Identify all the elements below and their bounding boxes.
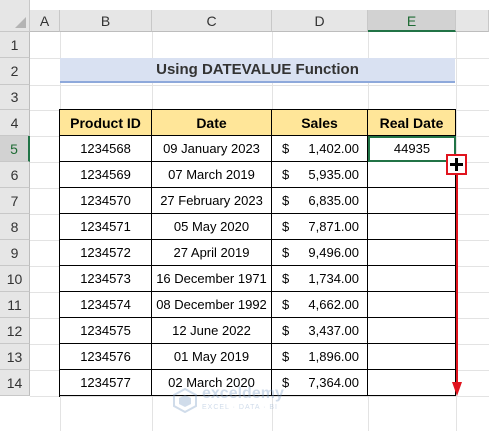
sales-amount: 9,496.00 bbox=[308, 245, 359, 260]
currency-symbol: $ bbox=[282, 271, 290, 286]
cell-sales[interactable]: $1,402.00 bbox=[272, 136, 368, 162]
currency-symbol: $ bbox=[282, 349, 290, 364]
header-product-id[interactable]: Product ID bbox=[60, 110, 152, 136]
cell-date[interactable]: 16 December 1971 bbox=[152, 266, 272, 292]
sheet-title[interactable]: Using DATEVALUE Function bbox=[60, 58, 455, 83]
cell-real-date[interactable] bbox=[368, 162, 456, 188]
cell-sales[interactable]: $7,871.00 bbox=[272, 214, 368, 240]
cell-product-id[interactable]: 1234569 bbox=[60, 162, 152, 188]
crosshair-cursor-icon bbox=[450, 158, 463, 171]
row-header-7[interactable]: 7 bbox=[0, 188, 30, 214]
cell-real-date[interactable] bbox=[368, 214, 456, 240]
cell-product-id[interactable]: 1234568 bbox=[60, 136, 152, 162]
cell-product-id[interactable]: 1234573 bbox=[60, 266, 152, 292]
sales-amount: 1,402.00 bbox=[308, 141, 359, 156]
row-header-2[interactable]: 2 bbox=[0, 58, 30, 85]
row-header-11[interactable]: 11 bbox=[0, 292, 30, 318]
cell-sales[interactable]: $1,734.00 bbox=[272, 266, 368, 292]
cell-real-date[interactable] bbox=[368, 292, 456, 318]
spreadsheet: ABCDE 1 2 3 4 5 6 7 8 9 10 11 12 13 14 Using DATEVALU… bbox=[0, 0, 489, 431]
sales-amount: 7,871.00 bbox=[308, 219, 359, 234]
cell-sales[interactable]: $3,437.00 bbox=[272, 318, 368, 344]
row-header-12[interactable]: 12 bbox=[0, 318, 30, 344]
cell-product-id[interactable]: 1234575 bbox=[60, 318, 152, 344]
sales-amount: 5,935.00 bbox=[308, 167, 359, 182]
currency-symbol: $ bbox=[282, 141, 290, 156]
currency-symbol: $ bbox=[282, 297, 290, 312]
currency-symbol: $ bbox=[282, 219, 290, 234]
cell-date[interactable]: 12 June 2022 bbox=[152, 318, 272, 344]
cell-real-date[interactable] bbox=[368, 370, 456, 396]
fill-handle[interactable] bbox=[446, 154, 467, 175]
cell-sales[interactable]: $1,896.00 bbox=[272, 344, 368, 370]
cell-sales[interactable]: $4,662.00 bbox=[272, 292, 368, 318]
cell-real-date[interactable] bbox=[368, 344, 456, 370]
cell-product-id[interactable]: 1234570 bbox=[60, 188, 152, 214]
header-date[interactable]: Date bbox=[152, 110, 272, 136]
row-header-10[interactable]: 10 bbox=[0, 266, 30, 292]
sales-amount: 1,896.00 bbox=[308, 349, 359, 364]
sales-amount: 3,437.00 bbox=[308, 323, 359, 338]
cell-sales[interactable]: $5,935.00 bbox=[272, 162, 368, 188]
row-header-6[interactable]: 6 bbox=[0, 162, 30, 188]
currency-symbol: $ bbox=[282, 193, 290, 208]
cell-real-date[interactable] bbox=[368, 188, 456, 214]
cell-real-date[interactable] bbox=[368, 240, 456, 266]
header-real-date[interactable]: Real Date bbox=[368, 110, 456, 136]
column-header-c[interactable]: C bbox=[152, 10, 272, 32]
watermark-name: exceldemy bbox=[202, 385, 284, 402]
exceldemy-logo-icon bbox=[173, 387, 197, 413]
cell-product-id[interactable]: 1234571 bbox=[60, 214, 152, 240]
header-sales[interactable]: Sales bbox=[272, 110, 368, 136]
cell-sales[interactable]: $6,835.00 bbox=[272, 188, 368, 214]
row-header-9[interactable]: 9 bbox=[0, 240, 30, 266]
row-header-13[interactable]: 13 bbox=[0, 344, 30, 370]
cell-date[interactable]: 27 February 2023 bbox=[152, 188, 272, 214]
column-header-stub bbox=[456, 10, 489, 32]
cell-product-id[interactable]: 1234572 bbox=[60, 240, 152, 266]
cell-date[interactable]: 09 January 2023 bbox=[152, 136, 272, 162]
column-header-a[interactable]: A bbox=[30, 10, 60, 32]
cell-product-id[interactable]: 1234577 bbox=[60, 370, 152, 396]
currency-symbol: $ bbox=[282, 245, 290, 260]
cell-date[interactable]: 27 April 2019 bbox=[152, 240, 272, 266]
watermark-tagline: EXCEL · DATA · BI bbox=[202, 404, 278, 411]
cell-date[interactable]: 08 December 1992 bbox=[152, 292, 272, 318]
cell-product-id[interactable]: 1234574 bbox=[60, 292, 152, 318]
cell-date[interactable]: 01 May 2019 bbox=[152, 344, 272, 370]
sales-amount: 1,734.00 bbox=[308, 271, 359, 286]
cell-real-date[interactable] bbox=[368, 266, 456, 292]
row-header-4[interactable]: 4 bbox=[0, 110, 30, 136]
cell-date[interactable]: 05 May 2020 bbox=[152, 214, 272, 240]
row-header-3[interactable]: 3 bbox=[0, 85, 30, 110]
active-cell-e5[interactable]: 44935 bbox=[368, 136, 456, 162]
select-all-triangle-icon bbox=[15, 17, 26, 28]
row-header-8[interactable]: 8 bbox=[0, 214, 30, 240]
cell-sales[interactable]: $9,496.00 bbox=[272, 240, 368, 266]
cell-product-id[interactable]: 1234576 bbox=[60, 344, 152, 370]
row-header-1[interactable]: 1 bbox=[0, 32, 30, 58]
column-header-d[interactable]: D bbox=[272, 10, 368, 32]
select-all-corner[interactable] bbox=[0, 0, 30, 32]
currency-symbol: $ bbox=[282, 323, 290, 338]
column-header-e[interactable]: E bbox=[368, 10, 456, 32]
cell-real-date[interactable] bbox=[368, 318, 456, 344]
sales-amount: 4,662.00 bbox=[308, 297, 359, 312]
watermark: exceldemy EXCEL · DATA · BI bbox=[172, 384, 322, 416]
drag-down-arrow-icon bbox=[452, 174, 462, 396]
gridline-horizontal bbox=[30, 85, 489, 86]
cell-date[interactable]: 07 March 2019 bbox=[152, 162, 272, 188]
sales-amount: 6,835.00 bbox=[308, 193, 359, 208]
currency-symbol: $ bbox=[282, 167, 290, 182]
row-header-14[interactable]: 14 bbox=[0, 370, 30, 396]
column-header-b[interactable]: B bbox=[60, 10, 152, 32]
row-header-5[interactable]: 5 bbox=[0, 136, 30, 162]
